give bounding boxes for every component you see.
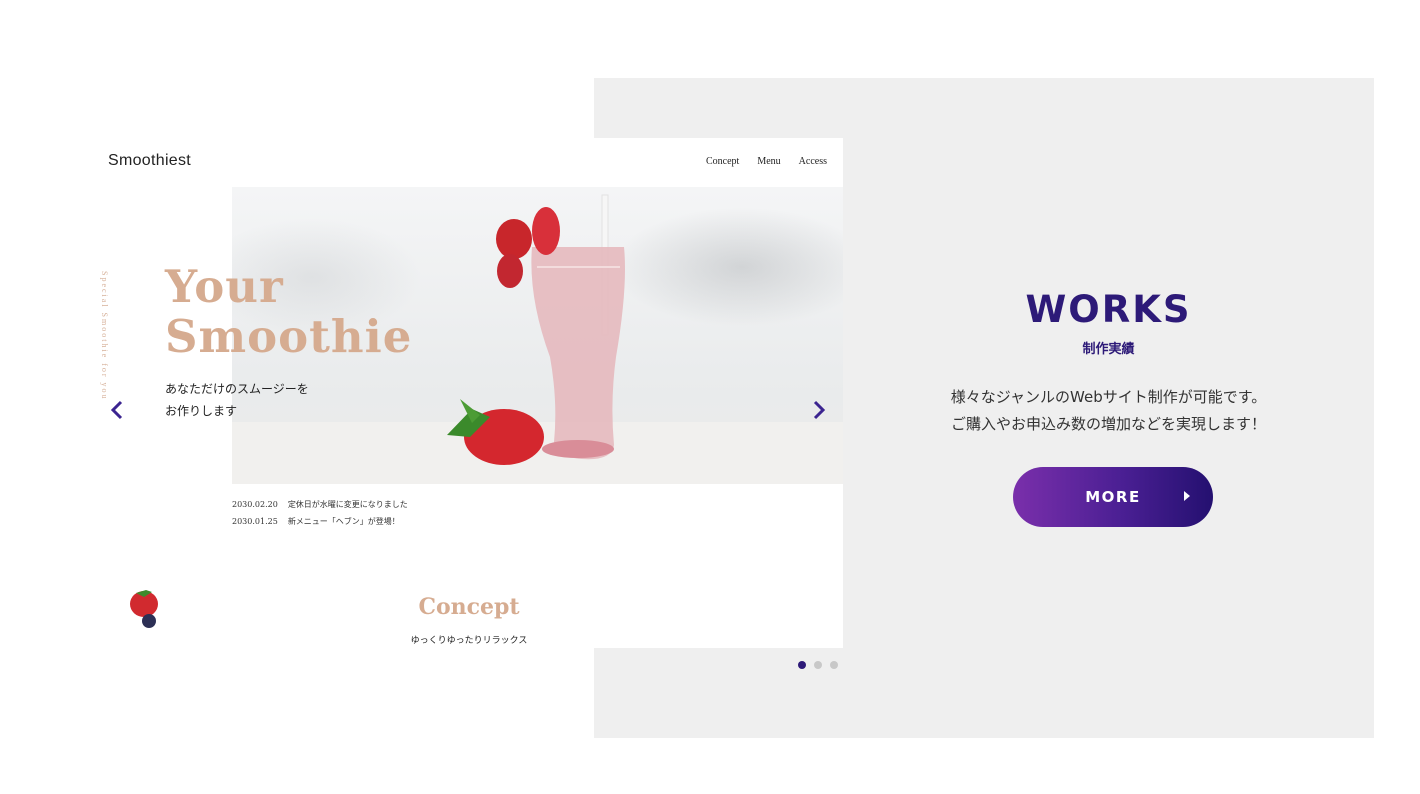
hero-subtitle: あなただけのスムージーを お作りします bbox=[165, 378, 309, 422]
site-logo-text: Smoothiest bbox=[108, 152, 192, 169]
hero-title-line: Smoothie bbox=[165, 310, 413, 363]
news-text: 定休日が水曜に変更になりました bbox=[287, 500, 408, 509]
hero-subtitle-line: お作りします bbox=[165, 404, 238, 418]
slider-pagination bbox=[798, 661, 838, 669]
news-item[interactable]: 2030.01.25 新メニュー「ヘブン」が登場！ bbox=[232, 513, 408, 530]
works-title: WORKS bbox=[1025, 288, 1192, 331]
hero-title: Your Smoothie bbox=[165, 262, 412, 362]
vertical-tagline: Special Smoothie for you bbox=[100, 271, 109, 401]
nav-item-menu[interactable]: Menu bbox=[757, 156, 780, 167]
nav-item-concept[interactable]: Concept bbox=[706, 156, 739, 167]
website-preview: Smoothiest Concept Menu Access Special S… bbox=[46, 138, 843, 648]
news-list: 2030.02.20 定休日が水曜に変更になりました 2030.01.25 新メ… bbox=[232, 496, 408, 530]
news-item[interactable]: 2030.02.20 定休日が水曜に変更になりました bbox=[232, 496, 408, 513]
works-description: 様々なジャンルのWebサイト制作が可能です。 ご購入やお申込み数の増加などを実現… bbox=[843, 384, 1374, 438]
chevron-right-icon[interactable] bbox=[812, 400, 826, 420]
chevron-right-icon bbox=[1184, 491, 1190, 501]
works-section: WORKS 制作実績 様々なジャンルのWebサイト制作が可能です。 ご購入やお申… bbox=[843, 78, 1374, 738]
concept-subtitle: ゆっくりゆったりリラックス bbox=[410, 636, 528, 646]
glass-base bbox=[542, 440, 614, 458]
strawberry-on-table bbox=[447, 399, 544, 465]
news-text: 新メニュー「ヘブン」が登場！ bbox=[287, 517, 400, 526]
site-logo[interactable]: Smoothiest bbox=[108, 152, 191, 170]
pagination-dot-2[interactable] bbox=[814, 661, 822, 669]
nav-item-access[interactable]: Access bbox=[799, 156, 827, 167]
works-subtitle: 制作実績 bbox=[1082, 342, 1135, 357]
news-date: 2030.02.20 bbox=[232, 500, 278, 509]
works-description-line: 様々なジャンルのWebサイト制作が可能です。 bbox=[950, 388, 1267, 406]
concept-title: Concept bbox=[418, 594, 520, 620]
hero-subtitle-line: あなただけのスムージーを bbox=[165, 382, 309, 396]
smoothie-glass bbox=[531, 247, 625, 460]
pagination-dot-1[interactable] bbox=[798, 661, 806, 669]
pagination-dot-3[interactable] bbox=[830, 661, 838, 669]
chevron-left-icon[interactable] bbox=[110, 400, 124, 420]
news-date: 2030.01.25 bbox=[232, 517, 278, 526]
more-button[interactable]: MORE bbox=[1013, 467, 1213, 527]
works-description-line: ご購入やお申込み数の増加などを実現します！ bbox=[950, 415, 1266, 433]
site-nav: Concept Menu Access bbox=[706, 156, 827, 167]
hero-title-line: Your bbox=[165, 260, 284, 313]
more-button-label: MORE bbox=[1085, 488, 1141, 506]
